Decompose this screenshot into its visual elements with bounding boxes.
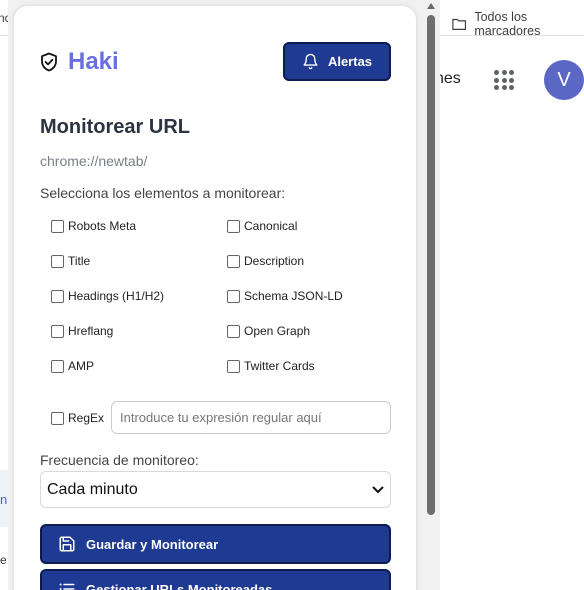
- apps-grid-icon[interactable]: [494, 70, 514, 90]
- current-url: chrome://newtab/: [40, 153, 148, 169]
- save-button-label: Guardar y Monitorear: [86, 536, 219, 552]
- checkbox-title[interactable]: Title: [51, 254, 90, 268]
- frequency-selected-value: Cada minuto: [47, 480, 138, 498]
- checkbox-canonical[interactable]: Canonical: [227, 219, 297, 233]
- scrollbar-thumb[interactable]: [427, 15, 435, 515]
- checkbox-label: RegEx: [68, 411, 105, 425]
- chevron-down-icon: [372, 485, 384, 493]
- background-card-text: n: [0, 492, 8, 507]
- checkbox-box[interactable]: [227, 359, 240, 373]
- checkbox-label: Robots Meta: [68, 219, 137, 233]
- checkbox-amp[interactable]: AMP: [51, 359, 94, 373]
- alerts-button[interactable]: Alertas: [283, 42, 391, 81]
- manage-button-label: Gestionar URLs Monitoreadas: [86, 581, 273, 590]
- checkbox-twitter-cards[interactable]: Twitter Cards: [227, 359, 315, 373]
- save-icon: [59, 536, 75, 552]
- checkbox-robots-meta[interactable]: Robots Meta: [51, 219, 136, 233]
- checkbox-description[interactable]: Description: [227, 254, 304, 268]
- checkbox-box[interactable]: [51, 359, 64, 373]
- logo: Haki: [40, 48, 119, 76]
- checkbox-label: Description: [244, 254, 305, 268]
- elements-section-label: Selecciona los elementos a monitorear:: [40, 185, 286, 201]
- background-edge-text: e: [0, 553, 7, 567]
- checkbox-label: Headings (H1/H2): [68, 289, 165, 303]
- shield-check-icon: [41, 52, 57, 72]
- checkbox-hreflang[interactable]: Hreflang: [51, 324, 113, 338]
- checkbox-label: Hreflang: [68, 324, 114, 338]
- bookmarks-folder[interactable]: Todos los marcadores: [452, 10, 584, 38]
- checkbox-label: Title: [68, 254, 91, 268]
- checkbox-label: Schema JSON-LD: [244, 289, 343, 303]
- save-and-monitor-button[interactable]: Guardar y Monitorear: [40, 524, 391, 564]
- checkbox-label: Open Graph: [244, 324, 311, 338]
- bell-icon: [303, 53, 318, 70]
- checkbox-box[interactable]: [51, 324, 64, 338]
- folder-icon: [452, 18, 467, 30]
- bookmarks-folder-label: Todos los marcadores: [474, 10, 541, 38]
- checkbox-label: Twitter Cards: [244, 359, 315, 373]
- checkbox-schema-json-ld[interactable]: Schema JSON-LD: [227, 289, 343, 303]
- checkbox-box[interactable]: [51, 219, 64, 233]
- scroll-up-arrow-icon[interactable]: [427, 3, 435, 9]
- checkbox-box[interactable]: [51, 289, 64, 303]
- checkbox-headings[interactable]: Headings (H1/H2): [51, 289, 164, 303]
- checkbox-label: AMP: [68, 359, 95, 373]
- frequency-label: Frecuencia de monitoreo:: [40, 452, 199, 468]
- checkbox-open-graph[interactable]: Open Graph: [227, 324, 310, 338]
- avatar[interactable]: V: [544, 60, 584, 100]
- checkbox-box[interactable]: [51, 254, 64, 268]
- manage-urls-button[interactable]: Gestionar URLs Monitoreadas: [40, 569, 391, 590]
- checkbox-box[interactable]: [227, 289, 240, 303]
- checkbox-box[interactable]: [51, 411, 64, 425]
- regex-input[interactable]: Introduce tu expresión regular aquí: [111, 401, 391, 434]
- checkbox-box[interactable]: [227, 219, 240, 233]
- checkbox-box[interactable]: [227, 324, 240, 338]
- page-title: Monitorear URL: [40, 116, 190, 138]
- frequency-select[interactable]: Cada minuto: [40, 471, 391, 508]
- checkbox-label: Canonical: [244, 219, 298, 233]
- alerts-button-label: Alertas: [327, 54, 373, 69]
- checkbox-box[interactable]: [227, 254, 240, 268]
- list-icon: [59, 583, 75, 590]
- logo-text: Haki: [68, 48, 119, 75]
- checkbox-regex[interactable]: RegEx: [51, 411, 104, 425]
- background-card-edge: n: [0, 470, 8, 527]
- regex-placeholder: Introduce tu expresión regular aquí: [120, 410, 322, 425]
